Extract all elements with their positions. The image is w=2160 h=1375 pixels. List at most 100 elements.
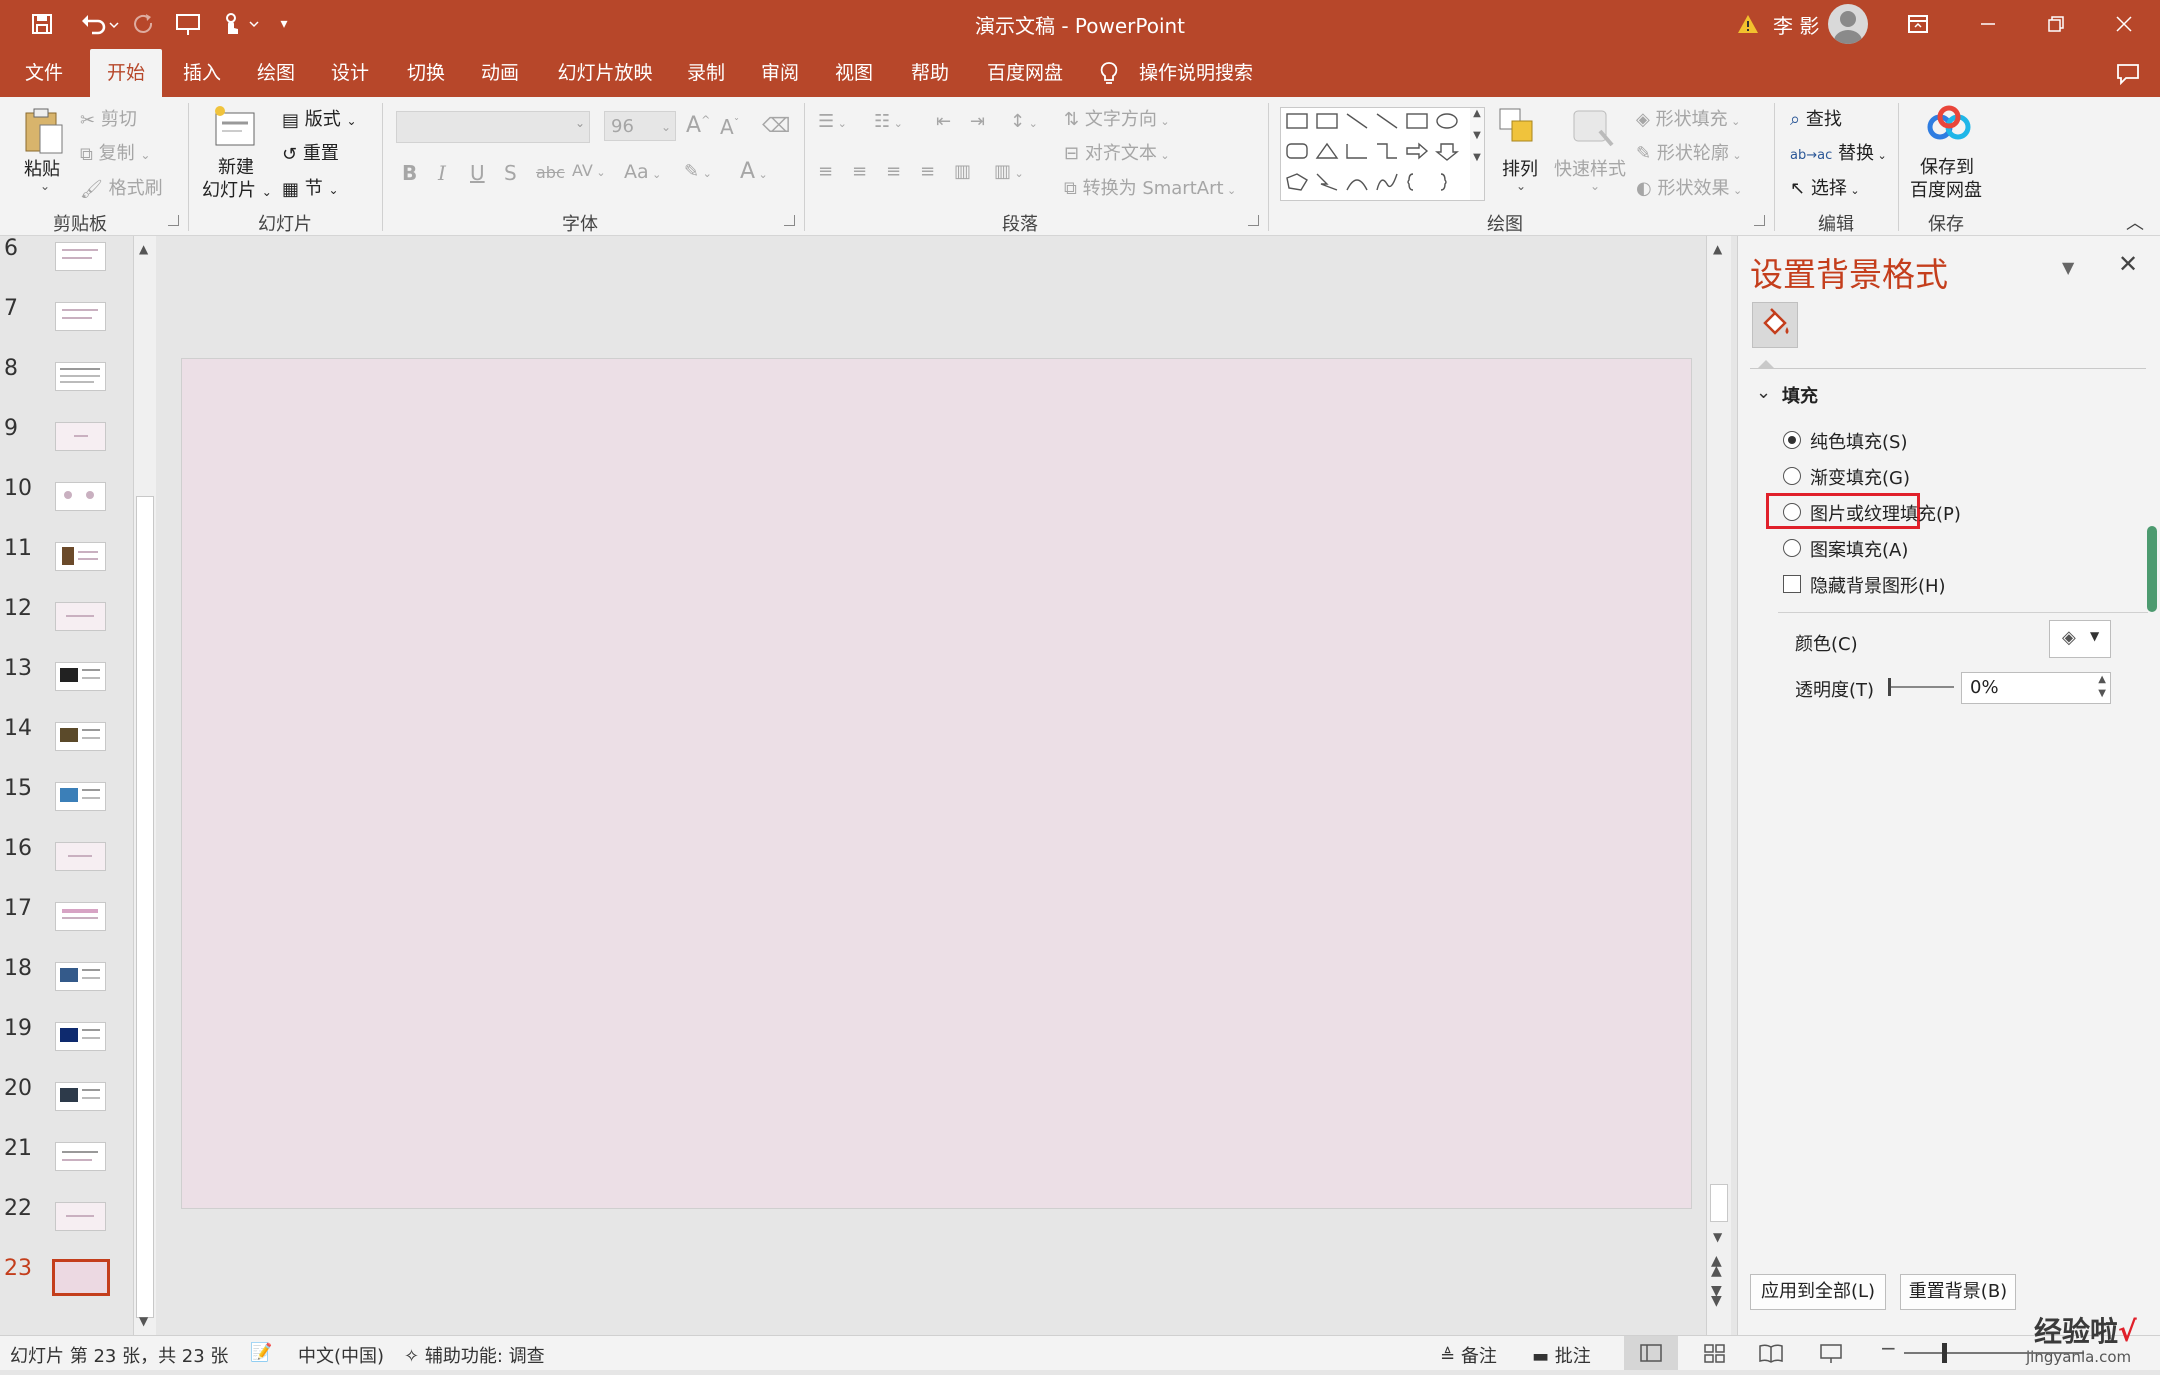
align-center-icon[interactable]: ≡: [852, 161, 867, 182]
font-size-box[interactable]: 96 ⌄: [604, 111, 676, 141]
justify-icon[interactable]: ≡: [920, 161, 935, 182]
tab-transitions[interactable]: 切换: [394, 49, 458, 97]
slide-thumbnail[interactable]: [55, 722, 106, 751]
slide-thumbnail[interactable]: [55, 782, 106, 811]
scroll-down-icon[interactable]: ▼: [1713, 1230, 1722, 1244]
ribbon-display-options-icon[interactable]: [1890, 6, 1946, 42]
section-fill-header[interactable]: 填充: [1782, 382, 1818, 408]
columns-icon[interactable]: ▥ ⌄: [994, 161, 1024, 182]
pane-options-icon[interactable]: ▼: [2062, 258, 2074, 277]
slide-thumbnail[interactable]: [55, 1022, 106, 1051]
slide-thumbnail[interactable]: [55, 1082, 106, 1111]
radio-solid-fill[interactable]: [1783, 431, 1801, 449]
scrollbar-thumb[interactable]: [1710, 1184, 1728, 1222]
comments-button[interactable]: ▬ 批注: [1532, 1342, 1591, 1368]
zoom-slider-thumb[interactable]: [1942, 1343, 1947, 1363]
next-slide-icon[interactable]: ▼ ▼: [1711, 1284, 1722, 1308]
layout-button[interactable]: ▤ 版式 ⌄: [282, 105, 357, 131]
color-picker-button[interactable]: ◈ ▼: [2049, 620, 2111, 658]
find-button[interactable]: ⌕ 查找: [1790, 105, 1842, 131]
lightbulb-icon[interactable]: [1094, 49, 1124, 97]
option-solid-fill[interactable]: 纯色填充(S): [1810, 428, 1907, 454]
line-spacing-icon[interactable]: ↕ ⌄: [1010, 111, 1038, 132]
font-name-box[interactable]: ⌄: [396, 111, 590, 143]
option-pattern-fill[interactable]: 图案填充(A): [1810, 536, 1908, 562]
quick-styles-icon[interactable]: [1568, 105, 1616, 154]
slide-thumbnail[interactable]: [55, 602, 106, 631]
slide-thumbnail[interactable]: [55, 242, 106, 271]
underline-button[interactable]: U: [470, 161, 485, 185]
previous-slide-icon[interactable]: ▲ ▲: [1711, 1254, 1722, 1278]
bullets-icon[interactable]: ☰ ⌄: [818, 111, 847, 132]
comments-panel-icon[interactable]: [2108, 49, 2148, 97]
scrollbar-thumb[interactable]: [136, 496, 154, 1318]
transparency-input[interactable]: 0% ▲ ▼: [1961, 672, 2111, 704]
arrange-icon[interactable]: [1496, 105, 1540, 154]
tab-record[interactable]: 录制: [674, 49, 738, 97]
slide-thumbnail[interactable]: [55, 902, 106, 931]
char-spacing-button[interactable]: AV ⌄: [572, 161, 606, 180]
tab-home[interactable]: 开始: [90, 49, 162, 97]
arrange-button[interactable]: 排列: [1502, 155, 1538, 181]
slide-thumbnail[interactable]: [55, 302, 106, 331]
reset-button[interactable]: ↺ 重置: [282, 139, 339, 165]
cut-button[interactable]: ✂ 剪切: [80, 105, 137, 131]
grow-font-icon[interactable]: A^: [686, 113, 710, 138]
save-to-baidu-button[interactable]: 百度网盘: [1910, 176, 1982, 202]
tab-design[interactable]: 设计: [318, 49, 382, 97]
slide-thumbnail[interactable]: [55, 422, 106, 451]
slide-thumbnail[interactable]: [55, 1202, 106, 1231]
shape-fill-button[interactable]: ◈ 形状填充 ⌄: [1636, 105, 1740, 131]
tab-view[interactable]: 视图: [822, 49, 886, 97]
shape-effects-button[interactable]: ◐ 形状效果 ⌄: [1636, 174, 1742, 200]
slide-thumbnail[interactable]: [55, 542, 106, 571]
shrink-font-icon[interactable]: Aˇ: [720, 115, 739, 139]
current-slide-canvas[interactable]: [181, 358, 1692, 1209]
avatar[interactable]: [1828, 4, 1868, 44]
shapes-gallery[interactable]: [1280, 107, 1472, 201]
slide-scrollbar[interactable]: ▲ ▼ ▲ ▲ ▼ ▼: [1706, 236, 1731, 1335]
tab-help[interactable]: 帮助: [898, 49, 962, 97]
radio-pattern-fill[interactable]: [1783, 539, 1801, 557]
shape-outline-button[interactable]: ✎ 形状轮廓 ⌄: [1636, 139, 1742, 165]
language-indicator[interactable]: 中文(中国): [298, 1342, 384, 1368]
paste-dropdown-icon[interactable]: ⌄: [40, 179, 50, 193]
change-case-button[interactable]: Aa ⌄: [624, 161, 661, 183]
paragraph-launcher-icon[interactable]: [1248, 215, 1259, 226]
slide-thumbnail[interactable]: [55, 482, 106, 511]
slide-sorter-icon[interactable]: [1700, 1336, 1730, 1375]
strikethrough-button[interactable]: abc: [536, 163, 565, 182]
copy-button[interactable]: ⧉ 复制 ⌄: [80, 139, 150, 165]
hide-bg-graphics-checkbox[interactable]: [1783, 575, 1801, 593]
italic-button[interactable]: I: [438, 161, 446, 185]
bold-button[interactable]: B: [402, 161, 417, 185]
spell-check-icon[interactable]: 📝: [250, 1342, 272, 1363]
text-shadow-button[interactable]: S: [504, 161, 517, 185]
tell-me-search[interactable]: 操作说明搜索: [1134, 49, 1258, 97]
collapse-ribbon-icon[interactable]: ︿: [2126, 209, 2144, 235]
tab-insert[interactable]: 插入: [170, 49, 234, 97]
distributed-icon[interactable]: ▥: [954, 161, 971, 182]
text-direction-button[interactable]: ⇅ 文字方向 ⌄: [1064, 105, 1170, 131]
numbering-icon[interactable]: ☷ ⌄: [874, 111, 903, 132]
increase-indent-icon[interactable]: ⇥: [970, 111, 985, 132]
apply-to-all-button[interactable]: 应用到全部(L): [1750, 1274, 1886, 1310]
radio-picture-fill[interactable]: [1783, 503, 1801, 521]
clear-format-icon[interactable]: ⌫: [762, 113, 790, 137]
reset-background-button[interactable]: 重置背景(B): [1900, 1274, 2016, 1310]
close-icon[interactable]: [2096, 6, 2152, 42]
slide-thumbnail[interactable]: [55, 1142, 106, 1171]
pane-scrollbar-thumb[interactable]: [2147, 526, 2157, 612]
clipboard-launcher-icon[interactable]: [168, 215, 179, 226]
shapes-gallery-scroll[interactable]: ▲ ▼ ▼: [1470, 107, 1485, 201]
align-text-button[interactable]: ⊟ 对齐文本 ⌄: [1064, 139, 1170, 165]
convert-smartart-button[interactable]: ⧉ 转换为 SmartArt ⌄: [1064, 174, 1236, 200]
slide-thumbnail-current[interactable]: [52, 1259, 110, 1296]
tab-file[interactable]: 文件: [12, 49, 76, 97]
thumbnail-scrollbar[interactable]: ▲ ▼: [133, 236, 156, 1335]
scroll-down-icon[interactable]: ▼: [139, 1314, 148, 1328]
baidu-netdisk-icon[interactable]: [1926, 105, 1972, 154]
font-color-button[interactable]: A ⌄: [740, 159, 768, 184]
warning-icon[interactable]: [1733, 8, 1763, 40]
tab-baidu-netdisk[interactable]: 百度网盘: [978, 49, 1072, 97]
